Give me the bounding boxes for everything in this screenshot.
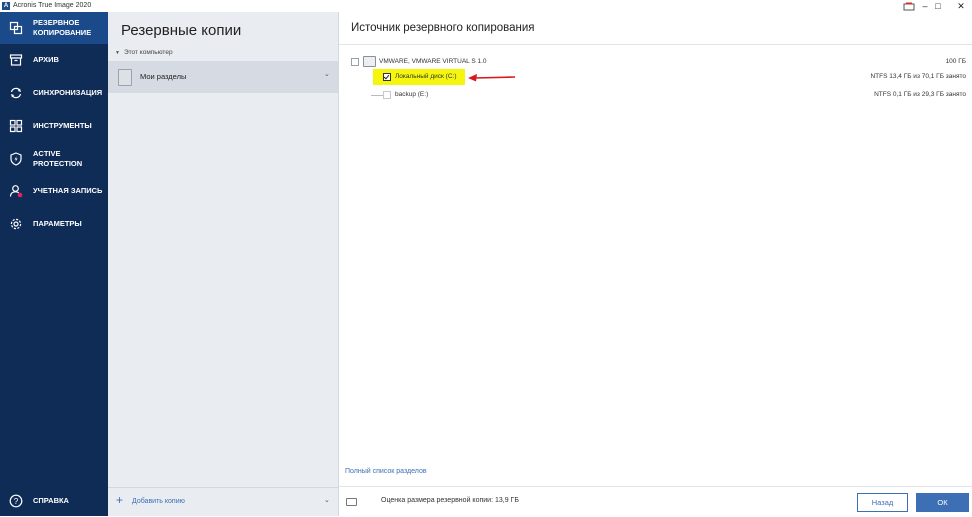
ok-button[interactable]: ОК — [916, 493, 969, 512]
disk-checkbox[interactable] — [351, 58, 359, 66]
backups-panel: Резервные копии ▼ Этот компьютер Мои разд… — [108, 12, 339, 516]
account-icon[interactable] — [903, 2, 915, 11]
backup-group-label: Этот компьютер — [123, 49, 173, 56]
sync-icon — [10, 87, 22, 99]
backup-group-header[interactable]: ▼ Этот компьютер — [115, 49, 173, 56]
partition-info: NTFS 0,1 ГБ из 29,3 ГБ занято — [874, 91, 966, 98]
sidebar: РЕЗЕРВНОЕ КОПИРОВАНИЕ АРХИВ СИНХРОНИЗАЦИ… — [0, 12, 108, 516]
collapse-triangle-icon: ▼ — [115, 50, 120, 56]
grid-icon — [9, 119, 23, 133]
partition-info: NTFS 13,4 ГБ из 70,1 ГБ занято — [870, 73, 966, 80]
sidebar-item-archive[interactable]: АРХИВ — [0, 44, 108, 76]
disk-icon — [118, 69, 132, 86]
back-button[interactable]: Назад — [857, 493, 908, 512]
chevron-down-icon[interactable]: ⌄ — [324, 496, 330, 504]
source-header: Источник резервного копирования — [339, 12, 972, 45]
sidebar-item-label: РЕЗЕРВНОЕ КОПИРОВАНИЕ — [33, 18, 92, 37]
title-bar: A Acronis True Image 2020 – □ ✕ — [0, 0, 972, 12]
partition-checkbox[interactable] — [383, 91, 391, 99]
full-partition-list-link[interactable]: Полный список разделов — [345, 468, 427, 475]
partition-row[interactable]: Локальный диск (C:) NTFS 13,4 ГБ из 70,1… — [339, 70, 972, 84]
action-bar: Оценка размера резервной копии: 13,9 ГБ … — [339, 486, 972, 517]
copy-icon — [9, 21, 23, 35]
help-icon: ? — [9, 494, 23, 508]
sidebar-item-label: СПРАВКА — [33, 496, 69, 505]
partition-name: backup (E:) — [395, 91, 429, 98]
backups-title: Резервные копии — [121, 22, 242, 39]
window-title: Acronis True Image 2020 — [13, 2, 92, 9]
gear-icon — [10, 218, 22, 230]
plus-icon: + — [116, 493, 124, 507]
source-title: Источник резервного копирования — [351, 22, 535, 34]
disk-name: VMWARE, VMWARE VIRTUAL S 1.0 — [379, 58, 487, 65]
disk-row[interactable]: VMWARE, VMWARE VIRTUAL S 1.0 100 ГБ — [339, 55, 972, 69]
user-icon — [9, 185, 23, 198]
sidebar-item-label: СИНХРОНИЗАЦИЯ — [33, 88, 103, 97]
partition-row[interactable]: backup (E:) NTFS 0,1 ГБ из 29,3 ГБ занят… — [339, 88, 972, 102]
add-backup-label[interactable]: Добавить копию — [132, 498, 185, 505]
sidebar-item-label: ACTIVE PROTECTION — [33, 149, 83, 168]
backup-item[interactable]: Мои разделы ⌄ — [108, 61, 338, 93]
maximize-button[interactable]: □ — [928, 0, 948, 12]
sidebar-item-label: УЧЕТНАЯ ЗАПИСЬ — [33, 186, 103, 195]
tree-connector — [371, 95, 383, 96]
sidebar-item-label: ПАРАМЕТРЫ — [33, 219, 82, 228]
sidebar-item-active-protection[interactable]: ACTIVE PROTECTION — [0, 143, 108, 175]
source-panel: Источник резервного копирования VMWARE, … — [339, 12, 972, 516]
sidebar-item-tools[interactable]: ИНСТРУМЕНТЫ — [0, 110, 108, 142]
chevron-down-icon[interactable]: ⌄ — [324, 70, 330, 78]
comment-icon[interactable] — [346, 498, 357, 506]
sidebar-item-label: АРХИВ — [33, 55, 59, 64]
shield-icon — [10, 152, 22, 166]
partition-name: Локальный диск (C:) — [395, 73, 457, 80]
backup-item-label: Мои разделы — [140, 72, 187, 81]
sidebar-item-label: ИНСТРУМЕНТЫ — [33, 121, 92, 130]
svg-text:?: ? — [14, 497, 19, 506]
hard-drive-icon — [363, 56, 376, 67]
close-button[interactable]: ✕ — [951, 0, 971, 12]
partition-checkbox[interactable] — [383, 73, 391, 81]
sidebar-item-help[interactable]: ? СПРАВКА — [0, 486, 108, 516]
disk-size: 100 ГБ — [945, 58, 966, 65]
sidebar-item-sync[interactable]: СИНХРОНИЗАЦИЯ — [0, 77, 108, 109]
sidebar-item-account[interactable]: УЧЕТНАЯ ЗАПИСЬ — [0, 175, 108, 207]
sidebar-item-settings[interactable]: ПАРАМЕТРЫ — [0, 208, 108, 240]
sidebar-item-backup[interactable]: РЕЗЕРВНОЕ КОПИРОВАНИЕ — [0, 12, 108, 44]
backup-size-estimate: Оценка размера резервной копии: 13,9 ГБ — [381, 497, 519, 504]
archive-icon — [9, 54, 23, 66]
red-arrow-annotation — [468, 74, 516, 82]
add-backup-bar[interactable]: + Добавить копию ⌄ — [108, 487, 338, 516]
app-logo-icon: A — [2, 2, 10, 10]
